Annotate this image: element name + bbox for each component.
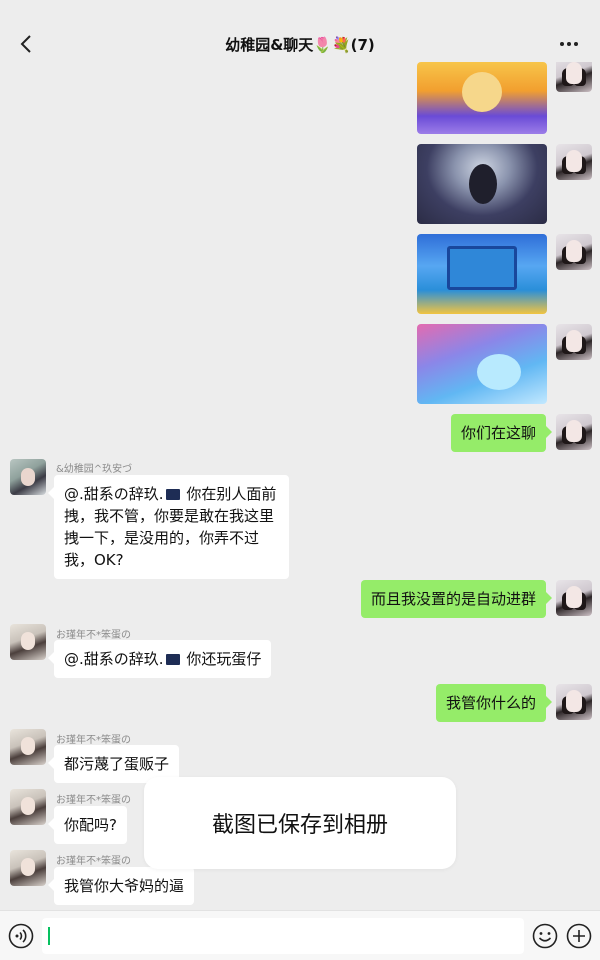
- image-content: [469, 164, 497, 204]
- member-count: (7): [350, 36, 375, 54]
- image-content: [447, 246, 517, 290]
- sender-name: お瑾年不*笨蛋の: [56, 795, 131, 806]
- mention-link[interactable]: @.甜系の辞玖.: [64, 650, 164, 668]
- image-content: [477, 354, 521, 390]
- avatar[interactable]: [10, 729, 46, 765]
- avatar[interactable]: [10, 459, 46, 495]
- image-message[interactable]: [417, 234, 547, 314]
- emoji-icon: [532, 923, 558, 949]
- more-button[interactable]: [556, 32, 582, 56]
- input-bar: [0, 910, 600, 960]
- more-horizontal-icon: [560, 42, 578, 46]
- screenshot-saved-toast: 截图已保存到相册: [144, 777, 456, 869]
- avatar[interactable]: [556, 234, 592, 270]
- message-line: 拽，我不管，你要是敢在我这里: [64, 507, 275, 525]
- sender-name: お瑾年不*笨蛋の: [56, 735, 131, 746]
- message-line: 我，OK?: [64, 551, 124, 569]
- status-bar: [0, 0, 600, 24]
- avatar[interactable]: [10, 789, 46, 825]
- voice-button[interactable]: [8, 923, 34, 949]
- text-caret: [48, 927, 50, 945]
- page-title: 幼稚园&聊天🌷💐(7): [0, 34, 600, 55]
- avatar[interactable]: [556, 324, 592, 360]
- avatar[interactable]: [556, 144, 592, 180]
- avatar[interactable]: [10, 850, 46, 886]
- mention-link[interactable]: @.甜系の辞玖.: [64, 485, 164, 503]
- message-bubble[interactable]: 我管你大爷妈的逼: [47, 867, 195, 905]
- message-bubble[interactable]: 你配吗?: [48, 806, 127, 844]
- avatar[interactable]: [10, 624, 46, 660]
- message-bubble[interactable]: 而且我没置的是自动进群: [360, 580, 553, 618]
- message-input[interactable]: [42, 918, 524, 954]
- emoji-button[interactable]: [532, 923, 558, 949]
- sender-name: &幼稚园^玖安づ: [56, 464, 133, 475]
- group-name: 幼稚园&聊天: [225, 36, 314, 54]
- emoji-icon: [165, 654, 180, 665]
- message-line: @.甜系の辞玖. 你在别人面前: [64, 483, 279, 505]
- message-bubble[interactable]: @.甜系の辞玖. 你还玩蛋仔: [47, 640, 272, 678]
- voice-icon: [8, 923, 34, 949]
- sender-name: お瑾年不*笨蛋の: [56, 856, 131, 867]
- image-message[interactable]: [417, 324, 547, 404]
- plus-icon: [566, 923, 592, 949]
- message-line: 拽一下，是没用的，你弄不过: [64, 529, 260, 547]
- avatar[interactable]: [556, 414, 592, 450]
- message-bubble[interactable]: @.甜系の辞玖. 你在别人面前 拽，我不管，你要是敢在我这里 拽一下，是没用的，…: [48, 475, 289, 579]
- group-name-emoji: 🌷💐: [313, 36, 351, 54]
- image-message[interactable]: [417, 144, 547, 224]
- more-actions-button[interactable]: [566, 923, 592, 949]
- message-text: 你还玩蛋仔: [181, 650, 262, 668]
- emoji-icon: [165, 489, 180, 500]
- message-bubble[interactable]: 你们在这聊: [450, 414, 553, 452]
- avatar[interactable]: [556, 62, 592, 92]
- image-message[interactable]: [417, 62, 547, 134]
- image-content: [462, 72, 502, 112]
- message-text: 你在别人面前: [181, 485, 277, 503]
- avatar[interactable]: [556, 580, 592, 616]
- avatar[interactable]: [556, 684, 592, 720]
- sender-name: お瑾年不*笨蛋の: [56, 630, 131, 641]
- message-bubble[interactable]: 我管你什么的: [435, 684, 553, 722]
